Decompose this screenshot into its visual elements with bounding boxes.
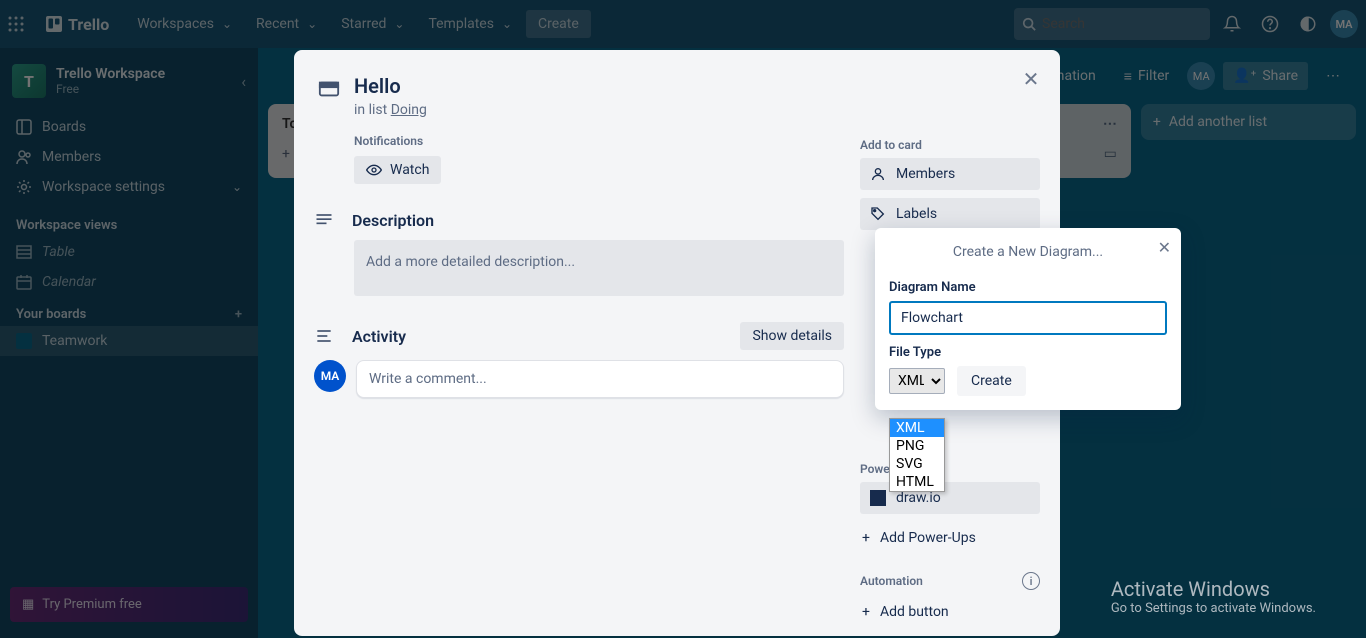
option-html[interactable]: HTML xyxy=(890,473,944,491)
plus-icon: + xyxy=(862,604,870,620)
powerups-label: Power-Ups xyxy=(860,462,1040,476)
list-link[interactable]: Doing xyxy=(391,102,427,118)
option-xml[interactable]: XML xyxy=(890,419,944,437)
diagram-name-label: Diagram Name xyxy=(889,280,1167,295)
description-icon xyxy=(314,210,338,230)
option-png[interactable]: PNG xyxy=(890,437,944,455)
drawio-icon xyxy=(870,490,886,506)
create-diagram-button[interactable]: Create xyxy=(957,366,1026,396)
eye-icon xyxy=(366,162,382,178)
info-icon[interactable]: i xyxy=(1022,572,1040,590)
plus-icon: + xyxy=(862,530,870,546)
close-popover-button[interactable]: ✕ xyxy=(1158,238,1171,257)
file-type-label: File Type xyxy=(889,345,1167,360)
windows-activation-watermark: Activate Windows Go to Settings to activ… xyxy=(1111,577,1316,616)
file-type-dropdown: XML PNG SVG HTML xyxy=(889,418,945,492)
activity-heading: Activity xyxy=(352,327,406,346)
notifications-label: Notifications xyxy=(354,134,844,148)
add-to-card-label: Add to card xyxy=(860,138,1040,152)
labels-button[interactable]: Labels xyxy=(860,198,1040,230)
popover-title: Create a New Diagram... xyxy=(889,240,1167,270)
automation-label: Automationi xyxy=(860,572,1040,590)
close-modal-button[interactable]: ✕ xyxy=(1016,64,1046,94)
file-type-select[interactable]: XML xyxy=(889,368,945,394)
activity-icon xyxy=(314,326,338,346)
diagram-name-input[interactable] xyxy=(889,301,1167,335)
person-icon xyxy=(870,166,886,182)
drawio-button[interactable]: draw.io xyxy=(860,482,1040,514)
activation-sub: Go to Settings to activate Windows. xyxy=(1111,601,1316,616)
option-svg[interactable]: SVG xyxy=(890,455,944,473)
add-button-button[interactable]: +Add button xyxy=(860,596,1040,628)
description-heading: Description xyxy=(352,211,434,230)
members-button[interactable]: Members xyxy=(860,158,1040,190)
comment-input[interactable]: Write a comment... xyxy=(356,360,844,398)
tag-icon xyxy=(870,206,886,222)
activation-heading: Activate Windows xyxy=(1111,577,1316,601)
comment-avatar: MA xyxy=(314,360,346,392)
create-diagram-popover: ✕ Create a New Diagram... Diagram Name F… xyxy=(875,228,1181,410)
card-icon xyxy=(318,78,340,100)
add-powerups-button[interactable]: +Add Power-Ups xyxy=(860,522,1040,554)
description-input[interactable]: Add a more detailed description... xyxy=(354,240,844,296)
watch-button[interactable]: Watch xyxy=(354,156,441,184)
show-details-button[interactable]: Show details xyxy=(740,322,844,350)
card-title[interactable]: Hello xyxy=(354,74,427,98)
card-list-location: in list Doing xyxy=(354,98,427,118)
